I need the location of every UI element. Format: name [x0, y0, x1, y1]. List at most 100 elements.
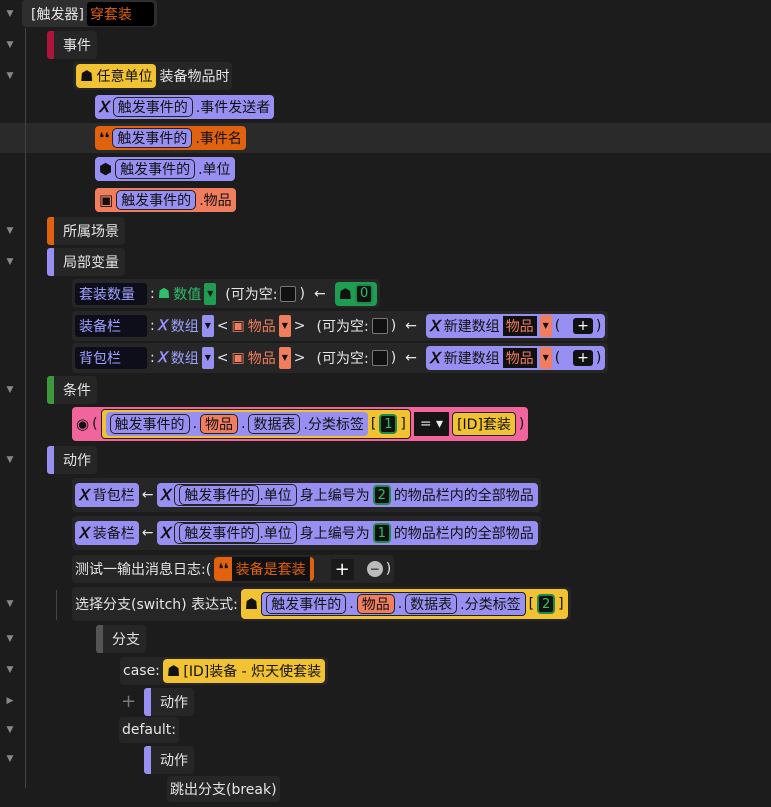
var-type: 数组	[170, 351, 199, 367]
trigger-header[interactable]: [触发器] 穿套装	[22, 0, 157, 27]
param-owner: 触发事件的	[116, 190, 197, 210]
section-color-bar	[47, 31, 54, 59]
value-expression[interactable]: 𝛸 触发事件的 .单位 身上编号为 2 的物品栏内的全部物品	[156, 483, 538, 507]
collapse-toggle[interactable]: ▼	[5, 725, 15, 735]
default-action-section[interactable]: 动作	[144, 746, 194, 774]
collapse-toggle[interactable]: ▼	[5, 385, 15, 395]
event-unit-label: 任意单位	[96, 69, 153, 85]
lhs-expression[interactable]: 触发事件的. 物品. 数据表 .分类标签 [1]	[100, 409, 411, 439]
event-param-name[interactable]: ❛❛ 触发事件的 .事件名	[95, 126, 246, 150]
event-unit-chip[interactable]: ☗ 任意单位	[76, 64, 157, 88]
item: 物品	[200, 414, 239, 434]
nullable-checkbox[interactable]	[371, 318, 388, 334]
trigger-name-input[interactable]: 穿套装	[86, 1, 154, 26]
add-element-button[interactable]: +	[573, 350, 593, 366]
var-name-input[interactable]: 套装数量	[75, 282, 147, 305]
default-block[interactable]: default:	[119, 717, 179, 743]
collapse-toggle[interactable]: ▼	[5, 257, 15, 267]
section-action[interactable]: 动作	[47, 446, 97, 474]
section-color-bar	[47, 217, 54, 245]
log-string[interactable]: ❛❛ 装备是套装	[214, 557, 314, 581]
var-name-input[interactable]: 背包栏	[75, 347, 147, 369]
collapse-toggle[interactable]: ▼	[5, 754, 15, 764]
collapse-toggle[interactable]: ▼	[5, 599, 15, 609]
array-type: 物品	[502, 348, 537, 368]
event-param-sender[interactable]: 𝛸 触发事件的 .事件发送者	[95, 95, 275, 119]
string-input[interactable]: 装备是套装	[231, 557, 310, 581]
event-param-unit[interactable]: ⬢ 触发事件的 .单位	[95, 157, 235, 181]
slot-number-input[interactable]: 2	[372, 485, 391, 505]
array-type-dropdown[interactable]: ▼	[539, 315, 552, 337]
remove-argument-button[interactable]: −	[366, 561, 383, 577]
collapse-toggle[interactable]: ▼	[5, 40, 15, 50]
mid-text: 身上编号为	[299, 526, 370, 542]
type-dropdown[interactable]: ▼	[201, 315, 214, 337]
local-var-row[interactable]: 背包栏: 𝛸 数组 ▼ < ▣ 物品 ▼ > (可为空:) ← 𝛸 新建数组 物品 ▼( +)	[72, 343, 609, 373]
variable-x-icon: 𝛸	[79, 486, 90, 504]
slot-number-input[interactable]: 1	[372, 523, 391, 543]
switch-expression[interactable]: ☗ 触发事件的. 物品. 数据表 .分类标签 [2]	[240, 589, 568, 619]
nullable-checkbox[interactable]	[280, 285, 297, 302]
default-label: default:	[122, 722, 176, 738]
switch-action[interactable]: 选择分支(switch) 表达式: ☗ 触发事件的. 物品. 数据表 .分类标签 [2…	[72, 587, 571, 621]
subtype-dropdown[interactable]: ▼	[278, 315, 291, 337]
case-value[interactable]: ☗ [ID]装备 - 炽天使套装	[162, 659, 326, 683]
collapse-toggle[interactable]: ▼	[5, 226, 15, 236]
section-label: 事件	[63, 38, 91, 54]
expand-plus-icon[interactable]: +	[121, 691, 136, 712]
collapse-toggle[interactable]: ▼	[5, 665, 15, 675]
new-array-block[interactable]: 𝛸 新建数组 物品 ▼( +)	[425, 314, 606, 338]
target-var[interactable]: 𝛸 背包栏	[75, 483, 139, 507]
collapse-toggle[interactable]: ▼	[5, 71, 15, 81]
section-label: 动作	[160, 753, 188, 769]
field: .单位	[259, 526, 292, 542]
eye-icon: ◉	[76, 415, 90, 433]
section-scene[interactable]: 所属场景	[47, 217, 125, 245]
collapse-toggle[interactable]: ▼	[5, 9, 15, 19]
array-type-dropdown[interactable]: ▼	[539, 347, 552, 369]
type-dropdown[interactable]: ▼	[201, 347, 214, 369]
condition-block[interactable]: ◉( 触发事件的. 物品. 数据表 .分类标签 [1] = ▾ [ID]套装)	[72, 407, 529, 441]
add-element-button[interactable]: +	[573, 318, 593, 334]
rhs-value[interactable]: [ID]套装	[452, 412, 516, 436]
nullable-checkbox[interactable]	[371, 350, 388, 366]
type-dropdown[interactable]: ▼	[204, 282, 217, 305]
index-input[interactable]: 1	[379, 414, 398, 434]
event-block[interactable]: ☗ 任意单位 装备物品时	[73, 62, 233, 90]
section-condition[interactable]: 条件	[47, 376, 97, 404]
case-block[interactable]: case: ☗ [ID]装备 - 炽天使套装	[120, 657, 329, 685]
value-expression[interactable]: 𝛸 触发事件的 .单位 身上编号为 1 的物品栏内的全部物品	[156, 521, 538, 545]
log-action[interactable]: 测试一输出消息日志:( ❛❛ 装备是套装 + − )	[72, 555, 395, 583]
var-name-input[interactable]: 装备栏	[75, 315, 147, 337]
target-var[interactable]: 𝛸 装备栏	[75, 521, 139, 545]
default-value[interactable]: ☗ 0	[334, 281, 378, 306]
branch-block[interactable]: 分支	[96, 625, 146, 653]
var-name: 背包栏	[92, 488, 135, 504]
collapse-toggle[interactable]: ▼	[5, 455, 15, 465]
subtype-dropdown[interactable]: ▼	[278, 347, 291, 369]
operator-dropdown[interactable]: = ▾	[413, 412, 450, 436]
var-type: 数值	[173, 286, 202, 303]
param-owner: 触发事件的	[112, 97, 193, 117]
expand-toggle[interactable]: ▶	[5, 696, 15, 706]
quote-icon: ❛❛	[99, 129, 110, 147]
case-action-section[interactable]: 动作	[144, 688, 194, 716]
local-var-row[interactable]: 装备栏: 𝛸 数组 ▼ < ▣ 物品 ▼ > (可为空:) ← 𝛸 新建数组 物品 ▼( +)	[72, 311, 609, 341]
event-param-item[interactable]: ▣ 触发事件的 .物品	[95, 188, 236, 212]
number-input[interactable]: 0	[355, 283, 374, 304]
collapse-toggle[interactable]: ▼	[5, 634, 15, 644]
assign-action[interactable]: 𝛸 背包栏 ← 𝛸 触发事件的 .单位 身上编号为 2 的物品栏内的全部物品	[72, 478, 541, 512]
local-var-row[interactable]: 套装数量: ☗ 数值 ▼ (可为空:) ← ☗ 0	[72, 279, 381, 308]
index-input[interactable]: 2	[537, 594, 556, 614]
chest-icon: ▣	[99, 191, 114, 209]
tree-line	[56, 590, 57, 620]
log-close-paren: )	[385, 561, 392, 577]
section-color-bar	[144, 746, 151, 774]
tail-text: 的物品栏内的全部物品	[393, 526, 534, 542]
section-locals[interactable]: 局部变量	[47, 248, 125, 276]
assign-action[interactable]: 𝛸 装备栏 ← 𝛸 触发事件的 .单位 身上编号为 1 的物品栏内的全部物品	[72, 516, 541, 550]
section-event[interactable]: 事件	[47, 31, 97, 59]
break-action[interactable]: 跳出分支(break)	[167, 776, 280, 802]
new-array-block[interactable]: 𝛸 新建数组 物品 ▼( +)	[425, 346, 606, 370]
add-argument-button[interactable]: +	[330, 558, 354, 580]
